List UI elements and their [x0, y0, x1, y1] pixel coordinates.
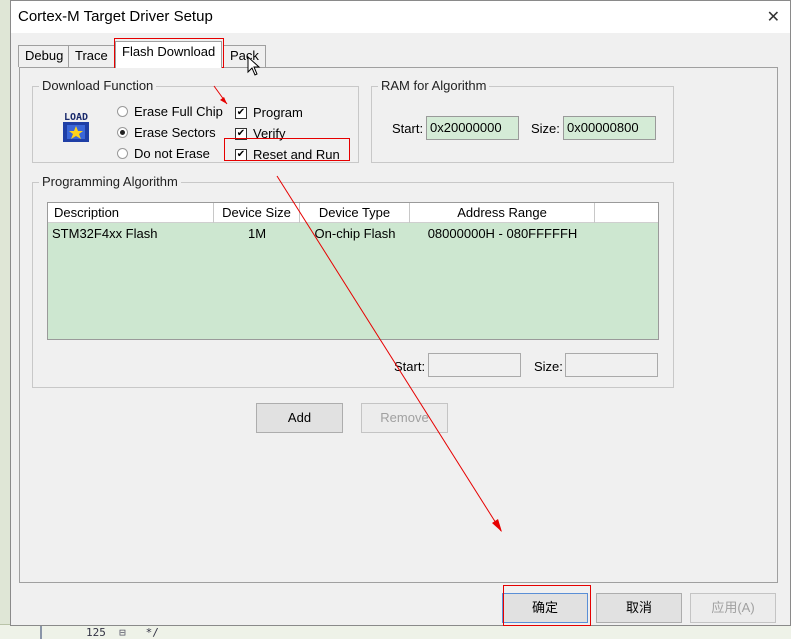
checkbox-program[interactable]: ✔ Program	[235, 105, 303, 120]
cell-device-size: 1M	[247, 226, 267, 241]
ram-size-label: Size:	[531, 121, 560, 136]
radio-button[interactable]	[117, 148, 128, 159]
table-row[interactable]: STM32F4xx Flash 1M On-chip Flash 0800000…	[48, 224, 658, 244]
mouse-cursor-icon	[247, 56, 261, 76]
title-bar: Cortex-M Target Driver Setup ✕	[11, 1, 790, 33]
algorithm-size-label: Size:	[534, 359, 563, 374]
add-button[interactable]: Add	[256, 403, 343, 433]
checkbox-label: Program	[253, 105, 303, 120]
programming-algorithm-group: Programming Algorithm Description Device…	[32, 174, 674, 388]
checkbox[interactable]: ✔	[235, 148, 247, 161]
ram-legend: RAM for Algorithm	[378, 78, 490, 93]
background-code-line: 125 ⊟ */	[86, 626, 159, 639]
radio-erase-full-chip[interactable]: Erase Full Chip	[117, 104, 223, 119]
checkbox[interactable]: ✔	[235, 127, 247, 140]
checkbox[interactable]: ✔	[235, 106, 247, 119]
tab-debug[interactable]: Debug	[18, 45, 71, 67]
tab-flash-download[interactable]: Flash Download	[115, 41, 223, 68]
radio-do-not-erase[interactable]: Do not Erase	[117, 146, 210, 161]
code-text: */	[145, 626, 159, 639]
algorithm-table[interactable]: Description Device Size Device Type Addr…	[47, 202, 659, 340]
checkbox-label: Reset and Run	[253, 147, 340, 162]
download-function-group: Download Function LOAD Erase Full Chip E…	[32, 78, 359, 163]
column-device-type[interactable]: Device Type	[300, 203, 410, 223]
column-description[interactable]: Description	[48, 203, 214, 223]
radio-label: Erase Full Chip	[134, 104, 223, 119]
algorithm-start-field[interactable]	[428, 353, 521, 377]
column-filler	[595, 203, 658, 223]
programming-algorithm-legend: Programming Algorithm	[39, 174, 181, 189]
algorithm-table-header: Description Device Size Device Type Addr…	[48, 203, 658, 223]
tab-trace[interactable]: Trace	[68, 45, 115, 67]
cell-device-type: On-chip Flash	[314, 226, 396, 241]
target-driver-setup-dialog: Cortex-M Target Driver Setup ✕ Debug Tra…	[10, 0, 791, 626]
window-title: Cortex-M Target Driver Setup	[18, 8, 213, 25]
close-button[interactable]: ✕	[767, 7, 780, 27]
radio-label: Erase Sectors	[134, 125, 216, 140]
cell-description: STM32F4xx Flash	[52, 226, 158, 241]
remove-button[interactable]: Remove	[361, 403, 448, 433]
ram-size-field[interactable]: 0x00000800	[563, 116, 656, 140]
column-device-size[interactable]: Device Size	[214, 203, 300, 223]
checkbox-reset-and-run[interactable]: ✔ Reset and Run	[235, 147, 340, 162]
code-line-number: 125	[86, 626, 106, 639]
algorithm-size-field[interactable]	[565, 353, 658, 377]
cell-address-range: 08000000H - 080FFFFFH	[427, 226, 578, 241]
cancel-button[interactable]: 取消	[596, 593, 682, 623]
checkbox-label: Verify	[253, 126, 286, 141]
download-function-legend: Download Function	[39, 78, 157, 93]
flash-download-panel: Download Function LOAD Erase Full Chip E…	[19, 67, 778, 583]
column-address-range[interactable]: Address Range	[410, 203, 595, 223]
radio-label: Do not Erase	[134, 146, 210, 161]
ram-start-field[interactable]: 0x20000000	[426, 116, 519, 140]
checkbox-verify[interactable]: ✔ Verify	[235, 126, 286, 141]
ram-for-algorithm-group: RAM for Algorithm Start: 0x20000000 Size…	[371, 78, 674, 163]
load-icon: LOAD	[59, 109, 93, 143]
radio-button[interactable]	[117, 106, 128, 117]
ram-start-label: Start:	[392, 121, 424, 136]
background-editor-gutter	[0, 0, 10, 639]
algorithm-start-label: Start:	[394, 359, 426, 374]
ok-button[interactable]: 确定	[502, 593, 588, 623]
apply-button[interactable]: 应用(A)	[690, 593, 776, 623]
load-icon-text: LOAD	[64, 112, 88, 123]
radio-erase-sectors[interactable]: Erase Sectors	[117, 125, 216, 140]
background-gutter-line	[40, 624, 42, 639]
radio-button-selected[interactable]	[117, 127, 128, 138]
